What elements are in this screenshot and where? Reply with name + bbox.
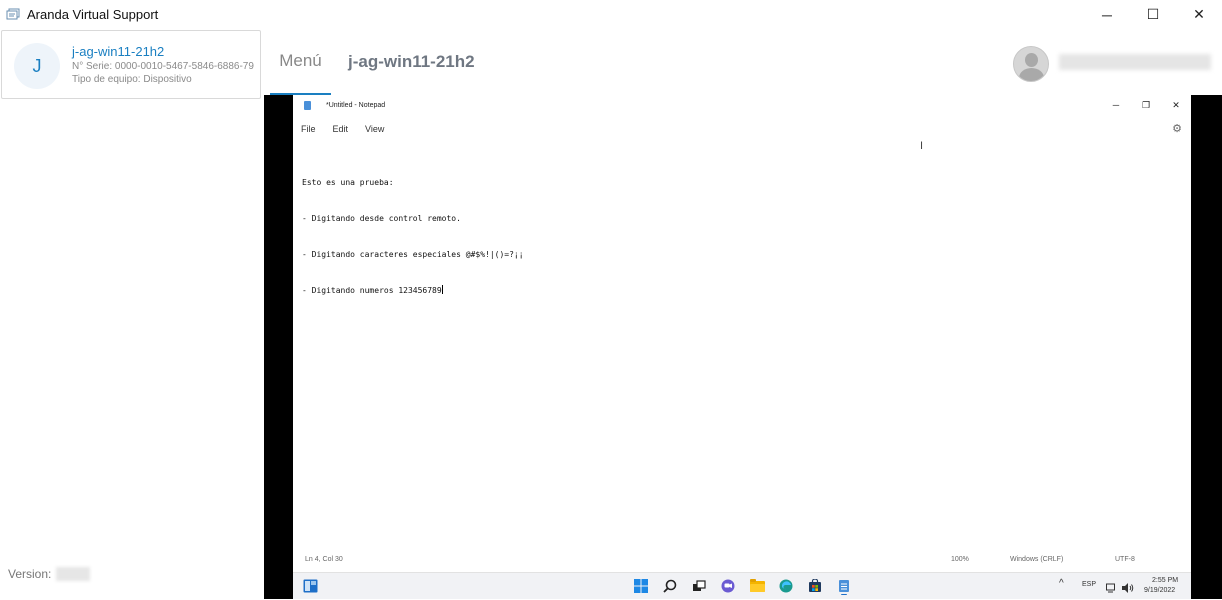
notepad-minimize-button[interactable]: ─ (1101, 95, 1131, 115)
header: Menú j-ag-win11-21h2 (263, 29, 1222, 95)
notepad-window: *Untitled - Notepad ─ ❐ ✕ File Edit View… (293, 95, 1191, 599)
language-indicator[interactable]: ESP (1082, 581, 1096, 588)
app-logo-icon (6, 8, 21, 21)
status-encoding: UTF-8 (1115, 556, 1135, 563)
close-icon: ✕ (1193, 6, 1205, 22)
maximize-button[interactable]: ☐ (1130, 0, 1176, 29)
tray-overflow-chevron-icon[interactable]: ^ (1059, 578, 1064, 589)
header-device-name: j-ag-win11-21h2 (348, 52, 475, 71)
notepad-text-area[interactable]: Esto es una prueba: - Digitando desde co… (302, 153, 524, 321)
close-button[interactable]: ✕ (1176, 0, 1222, 29)
widgets-icon[interactable] (303, 579, 318, 593)
text-line: - Digitando numeros 123456789 (302, 286, 442, 295)
text-line-with-cursor: - Digitando numeros 123456789 (302, 285, 524, 297)
tab-menu[interactable]: Menú (270, 29, 331, 95)
chat-icon[interactable] (721, 579, 735, 593)
search-icon[interactable] (663, 579, 677, 593)
volume-icon[interactable] (1122, 580, 1136, 594)
user-avatar[interactable] (1013, 46, 1049, 82)
app-titlebar: Aranda Virtual Support ─ ☐ ✕ (0, 0, 1222, 29)
ibeam-cursor-icon: I (920, 140, 924, 152)
notepad-statusbar: Ln 4, Col 30 100% Windows (CRLF) UTF-8 (293, 556, 1191, 568)
version-value-redacted (56, 567, 91, 581)
text-line: Esto es una prueba: (302, 178, 394, 187)
edge-browser-icon[interactable] (779, 579, 793, 593)
store-icon[interactable] (808, 578, 822, 593)
version-label: Version: (8, 567, 52, 581)
text-line: - Digitando desde control remoto. (302, 214, 461, 223)
status-position: Ln 4, Col 30 (305, 556, 343, 563)
user-name-redacted (1059, 54, 1211, 70)
restore-icon: ❐ (1141, 99, 1151, 110)
device-card[interactable]: J j-ag-win11-21h2 N° Serie: 0000-0010-54… (1, 30, 261, 99)
version-info: Version: (8, 567, 91, 581)
clock-date[interactable]: 9/19/2022 (1144, 587, 1175, 594)
notepad-menubar: File Edit View (293, 119, 1191, 139)
status-zoom: 100% (951, 556, 969, 563)
notepad-close-button[interactable]: ✕ (1161, 95, 1191, 115)
text-line: - Digitando caracteres especiales @#$%!|… (302, 250, 524, 259)
network-icon[interactable] (1106, 580, 1120, 594)
clock-time[interactable]: 2:55 PM (1152, 577, 1178, 584)
close-icon: ✕ (1172, 99, 1180, 110)
device-avatar: J (14, 43, 60, 89)
text-caret (441, 285, 443, 294)
window-controls: ─ ☐ ✕ (1084, 0, 1222, 29)
notepad-title: *Untitled - Notepad (326, 101, 386, 109)
menu-view[interactable]: View (365, 124, 384, 134)
windows-taskbar: ^ ESP 2:55 PM 9/19/2022 (293, 572, 1191, 599)
notepad-restore-button[interactable]: ❐ (1131, 95, 1161, 115)
minimize-icon: ─ (1112, 100, 1120, 110)
device-serial: N° Serie: 0000-0010-5467-5846-6886-79 (72, 61, 254, 72)
status-line-ending: Windows (CRLF) (1010, 556, 1064, 563)
minimize-icon: ─ (1102, 6, 1112, 23)
windows-start-icon[interactable] (634, 579, 648, 593)
notepad-titlebar: *Untitled - Notepad ─ ❐ ✕ (293, 95, 1191, 115)
menu-file[interactable]: File (301, 124, 316, 134)
app-title: Aranda Virtual Support (27, 7, 159, 22)
task-view-icon[interactable] (692, 579, 706, 593)
notepad-taskbar-icon[interactable] (837, 579, 851, 596)
settings-icon[interactable]: ⚙ (1172, 122, 1182, 135)
device-type: Tipo de equipo: Dispositivo (72, 74, 192, 85)
maximize-icon: ☐ (1146, 6, 1160, 22)
menu-edit[interactable]: Edit (333, 124, 349, 134)
notepad-icon (304, 100, 311, 110)
file-explorer-icon[interactable] (750, 579, 765, 593)
sidebar: J j-ag-win11-21h2 N° Serie: 0000-0010-54… (0, 29, 263, 599)
device-name: j-ag-win11-21h2 (72, 44, 165, 59)
remote-screen[interactable]: *Untitled - Notepad ─ ❐ ✕ File Edit View… (264, 95, 1222, 599)
notepad-window-controls: ─ ❐ ✕ (1101, 95, 1191, 115)
minimize-button[interactable]: ─ (1084, 0, 1130, 29)
